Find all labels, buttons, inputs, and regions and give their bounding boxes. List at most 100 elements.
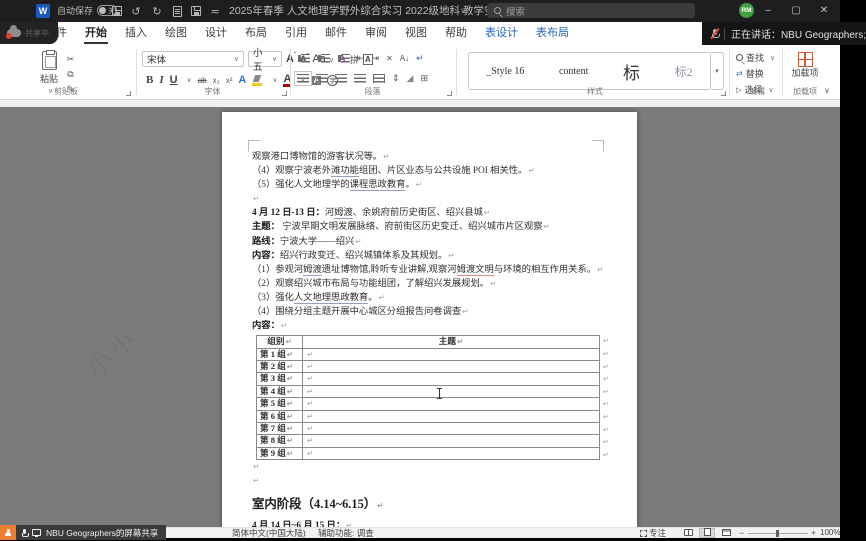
table-cell[interactable]: 第 5 组↵: [257, 398, 303, 410]
highlight-caret-icon[interactable]: ∨: [272, 76, 277, 84]
underline-caret-icon[interactable]: ∨: [187, 76, 192, 84]
search-input[interactable]: 搜索: [487, 3, 695, 18]
text-effects-button[interactable]: A: [238, 74, 246, 86]
zoom-in-button[interactable]: +: [811, 528, 816, 538]
doc-paragraph[interactable]: （4）观察宁波老外滩功能组团、片区业态与公共设施 POI 相关性。↵: [252, 164, 604, 178]
bold-button[interactable]: B: [146, 74, 153, 86]
tab-home[interactable]: 开始: [76, 22, 116, 45]
tab-references[interactable]: 引用: [276, 22, 316, 45]
account-avatar[interactable]: RM: [739, 3, 754, 18]
table-cell[interactable]: 第 9 组↵: [257, 447, 303, 459]
redo-button[interactable]: ↻: [148, 0, 166, 22]
font-dialog-launcher[interactable]: [282, 91, 287, 96]
tab-draw[interactable]: 绘图: [156, 22, 196, 45]
borders-button[interactable]: ⊞: [420, 73, 428, 84]
paragraph-dialog-launcher[interactable]: [447, 91, 452, 96]
style-item[interactable]: 标2: [675, 63, 693, 80]
show-marks-button[interactable]: ↵: [416, 53, 424, 64]
doc-paragraph[interactable]: ↵: [252, 192, 604, 206]
tab-help[interactable]: 帮助: [436, 22, 476, 45]
doc-paragraph[interactable]: （4）围绕分组主题开展中心城区分组报告问卷调查↵: [252, 305, 604, 319]
table-header-cell[interactable]: 主题↵: [303, 336, 600, 348]
line-spacing-button[interactable]: ⇕: [392, 73, 400, 84]
table-cell[interactable]: 第 4 组↵: [257, 385, 303, 397]
italic-button[interactable]: I: [159, 74, 163, 86]
font-size-select[interactable]: 小五 ∨: [248, 51, 282, 67]
strikethrough-button[interactable]: ab: [198, 76, 207, 85]
style-item[interactable]: content: [559, 66, 588, 77]
document-canvas[interactable]: 50298561 小小 观察港口博物馆的游客状况等。↵（4）观察宁波老外滩功能组…: [0, 107, 840, 527]
quick-access-button[interactable]: [187, 0, 205, 22]
replace-button[interactable]: ⇄替换: [736, 67, 764, 80]
superscript-button[interactable]: x²: [226, 76, 233, 85]
web-layout-button[interactable]: [718, 528, 734, 538]
word-app-icon[interactable]: W: [36, 4, 50, 18]
undo-button[interactable]: ↺: [127, 0, 145, 22]
justify-button[interactable]: [354, 74, 366, 83]
table-cell[interactable]: ↵: [303, 348, 600, 360]
asian-layout-button[interactable]: ✕: [386, 54, 393, 63]
tab-view[interactable]: 视图: [396, 22, 436, 45]
screen-share-bar[interactable]: NBU Geographers的屏幕共享: [0, 525, 166, 540]
increase-indent-button[interactable]: ⇥: [372, 53, 380, 64]
doc-paragraph[interactable]: （3）强化人文地理思政教育。↵: [252, 291, 604, 305]
doc-paragraph[interactable]: 内容：↵: [252, 319, 604, 333]
table-cell[interactable]: ↵: [303, 447, 600, 459]
participant-icon-block[interactable]: [0, 525, 16, 540]
close-button[interactable]: ✕: [810, 0, 838, 22]
doc-paragraph[interactable]: ↵: [252, 474, 604, 488]
decrease-indent-button[interactable]: ⇤: [357, 53, 365, 64]
bullets-button[interactable]: [301, 54, 310, 63]
doc-paragraph[interactable]: 主题： 宁波早期文明发展脉络、府前街区历史变迁、绍兴城市片区观察↵: [252, 220, 604, 234]
language-status[interactable]: 简体中文(中国大陆): [232, 528, 306, 538]
print-layout-button[interactable]: [699, 528, 715, 538]
table-cell[interactable]: 第 1 组↵: [257, 348, 303, 360]
doc-paragraph[interactable]: 路线：宁波大学——绍兴↵: [252, 235, 604, 249]
tab-layout[interactable]: 布局: [236, 22, 276, 45]
highlight-button[interactable]: [252, 75, 263, 86]
subscript-button[interactable]: x₂: [213, 76, 220, 85]
copy-button[interactable]: ⧉: [64, 68, 77, 80]
doc-paragraph[interactable]: 4 月 14 日~6 月 15 日：↵: [252, 519, 604, 527]
table-cell[interactable]: ↵: [303, 398, 600, 410]
doc-paragraph[interactable]: 内容：绍兴行政变迁、绍兴城镇体系及其规划。↵: [252, 249, 604, 263]
save-button[interactable]: [108, 0, 126, 22]
addins-button[interactable]: 加载项: [789, 52, 821, 78]
table-cell[interactable]: 第 2 组↵: [257, 361, 303, 373]
align-right-button[interactable]: [335, 74, 347, 83]
align-center-button[interactable]: [316, 74, 328, 83]
table-cell[interactable]: 第 6 组↵: [257, 410, 303, 422]
table-cell[interactable]: ↵: [303, 373, 600, 385]
monitor-icon[interactable]: [32, 529, 41, 536]
numbering-button[interactable]: [321, 54, 330, 63]
document-page[interactable]: 观察港口博物馆的游客状况等。↵（4）观察宁波老外滩功能组团、片区业态与公共设施 …: [222, 112, 637, 527]
table-cell[interactable]: ↵: [303, 423, 600, 435]
read-mode-button[interactable]: [680, 528, 696, 538]
tab-review[interactable]: 审阅: [356, 22, 396, 45]
zoom-level[interactable]: 100%: [820, 528, 840, 538]
style-item[interactable]: 标: [623, 59, 640, 84]
align-left-button[interactable]: [297, 74, 309, 83]
title-chevron-icon[interactable]: ∨: [460, 0, 466, 22]
meeting-share-widget[interactable]: 共享中: [0, 22, 58, 44]
table-header-cell[interactable]: 组别↵: [257, 336, 303, 348]
print-preview-button[interactable]: [168, 0, 186, 22]
doc-paragraph[interactable]: ↵: [252, 460, 604, 474]
tab-design[interactable]: 设计: [196, 22, 236, 45]
doc-paragraph[interactable]: 4 月 12 日-13 日：河姆渡、余姚府前历史街区、绍兴县城↵: [252, 206, 604, 220]
table-cell[interactable]: 第 3 组↵: [257, 373, 303, 385]
minimize-button[interactable]: –: [754, 0, 782, 22]
tab-insert[interactable]: 插入: [116, 22, 156, 45]
table-cell[interactable]: 第 8 组↵: [257, 435, 303, 447]
zoom-out-button[interactable]: −: [739, 528, 744, 538]
mic-icon[interactable]: [22, 529, 27, 537]
distribute-button[interactable]: [373, 74, 385, 83]
doc-paragraph[interactable]: （2）观察绍兴城市布局与功能组团，了解绍兴发展规划。↵: [252, 277, 604, 291]
focus-button[interactable]: 专注: [640, 528, 666, 538]
restore-button[interactable]: ▢: [782, 0, 810, 22]
table-cell[interactable]: ↵: [303, 435, 600, 447]
table-cell[interactable]: ↵: [303, 385, 600, 397]
table-cell[interactable]: ↵: [303, 410, 600, 422]
styles-gallery-more-button[interactable]: ▾: [711, 52, 724, 90]
document-body[interactable]: 观察港口博物馆的游客状况等。↵（4）观察宁波老外滩功能组团、片区业态与公共设施 …: [252, 150, 604, 527]
